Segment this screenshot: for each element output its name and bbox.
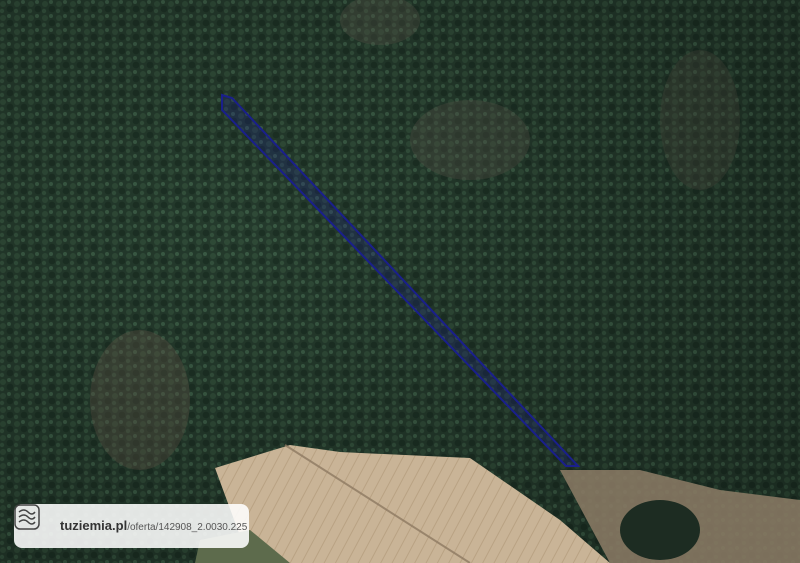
attribution-path: /oferta/142908_2.0030.225 <box>127 522 248 533</box>
attribution-text: tuziemia.pl/oferta/142908_2.0030.225 <box>60 517 247 535</box>
attribution-domain: tuziemia.pl <box>60 518 128 533</box>
attribution-badge[interactable]: tuziemia.pl/oferta/142908_2.0030.225 <box>14 504 249 548</box>
contour-lines-icon <box>14 504 50 539</box>
satellite-imagery <box>0 0 800 563</box>
satellite-map[interactable]: tuziemia.pl/oferta/142908_2.0030.225 <box>0 0 800 563</box>
